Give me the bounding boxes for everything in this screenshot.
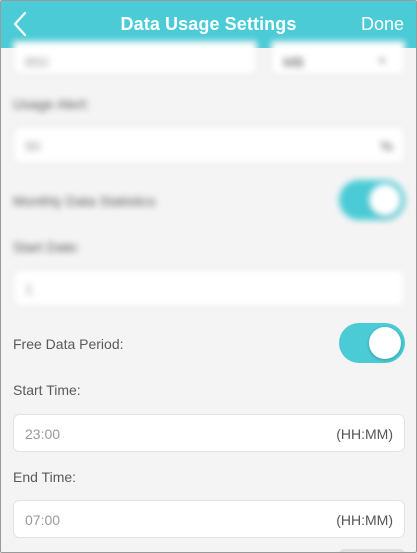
monthly-stats-toggle[interactable] xyxy=(339,180,405,220)
toggle-knob xyxy=(369,184,401,216)
unit-select[interactable]: MB ▼ xyxy=(271,41,405,75)
monthly-stats-label: Monthly Data Statistics xyxy=(13,193,156,209)
chevron-down-icon: ▼ xyxy=(376,54,388,68)
toggle-knob xyxy=(369,327,401,359)
usage-alert-label: Usage Alert: xyxy=(13,96,90,112)
end-time-value: 07:00 xyxy=(25,512,61,528)
end-time-field[interactable]: 07:00 (HH:MM) xyxy=(13,500,405,538)
start-date-value: 1 xyxy=(25,281,33,297)
unit-select-value: MB xyxy=(283,54,304,70)
start-time-value: 23:00 xyxy=(25,426,61,442)
free-period-toggle[interactable] xyxy=(339,323,405,363)
start-time-label: Start Time: xyxy=(13,382,81,398)
start-date-label: Start Date: xyxy=(13,239,80,255)
start-date-field[interactable]: 1 xyxy=(13,269,405,307)
end-time-format: (HH:MM) xyxy=(336,512,393,528)
usage-alert-suffix: % xyxy=(380,138,393,154)
end-time-label: End Time: xyxy=(13,469,77,485)
done-button[interactable]: Done xyxy=(361,14,404,35)
app-screen: Data Usage Settings Done 850 MB ▼ Usage … xyxy=(0,0,417,553)
start-time-field[interactable]: 23:00 (HH:MM) xyxy=(13,414,405,452)
free-period-label: Free Data Period: xyxy=(13,336,124,352)
page-title: Data Usage Settings xyxy=(120,14,297,34)
usage-alert-value: 90 xyxy=(25,138,41,154)
start-time-format: (HH:MM) xyxy=(336,426,393,442)
next-toggle-peek xyxy=(339,549,405,552)
total-data-value: 850 xyxy=(25,54,49,70)
usage-alert-field[interactable]: 90 % xyxy=(13,126,405,164)
total-data-field[interactable]: 850 xyxy=(13,41,257,75)
